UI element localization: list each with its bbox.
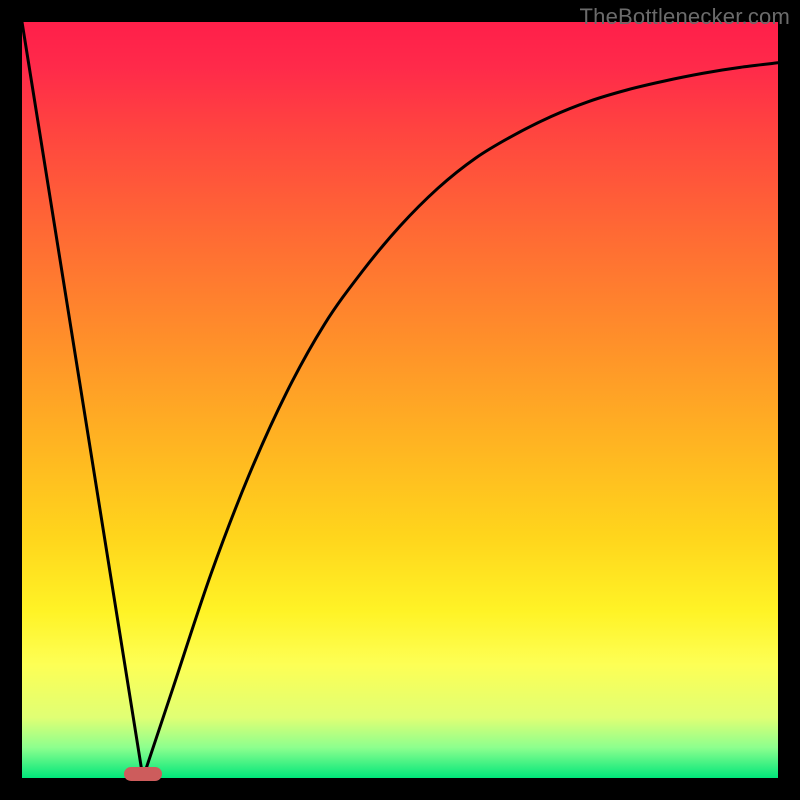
curve-right (143, 63, 778, 778)
chart-curve (22, 22, 778, 778)
chart-plot-area (22, 22, 778, 778)
chart-frame: TheBottlenecker.com (0, 0, 800, 800)
curve-left-slope (22, 22, 143, 778)
watermark-text: TheBottlenecker.com (580, 4, 790, 30)
optimum-marker (124, 767, 162, 781)
